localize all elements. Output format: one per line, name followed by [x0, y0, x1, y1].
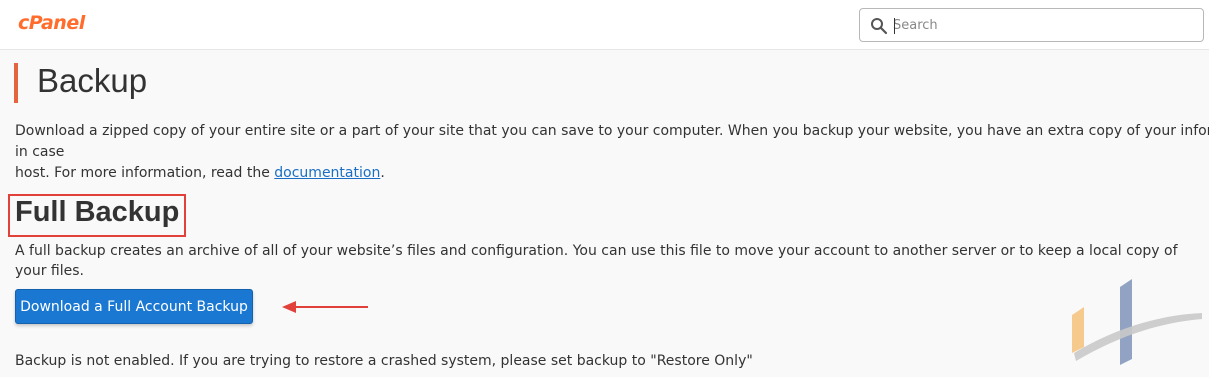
intro-end: .	[380, 165, 385, 181]
title-accent-bar	[14, 63, 18, 103]
page-title: Backup	[37, 62, 148, 99]
watermark-logo-icon	[1072, 279, 1202, 365]
intro-paragraph: Download a zipped copy of your entire si…	[15, 121, 1209, 184]
intro-text-2: host. For more information, read the	[15, 165, 275, 181]
search-input[interactable]	[893, 14, 1193, 36]
text-caret	[894, 18, 895, 34]
full-backup-description: A full backup creates an archive of all …	[15, 243, 1178, 279]
full-backup-heading: Full Backup	[15, 196, 180, 228]
search-box[interactable]	[859, 8, 1204, 42]
backup-status-text: Backup is not enabled. If you are trying…	[15, 353, 753, 369]
intro-text: Download a zipped copy of your entire si…	[15, 123, 1209, 160]
search-icon	[871, 18, 888, 35]
documentation-link[interactable]: documentation	[274, 165, 380, 181]
top-bar: cPanel	[0, 0, 1209, 50]
download-full-backup-button[interactable]: Download a Full Account Backup	[15, 289, 253, 324]
cpanel-logo[interactable]: cPanel	[18, 12, 85, 34]
arrow-annotation-icon	[282, 301, 368, 313]
